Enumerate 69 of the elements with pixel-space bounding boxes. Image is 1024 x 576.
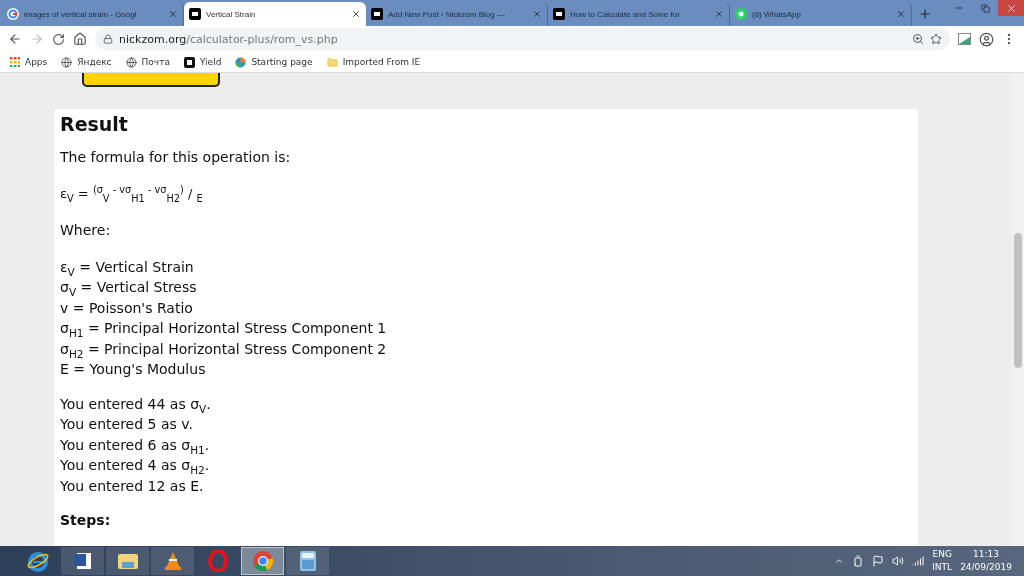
- logo-icon: [371, 8, 383, 20]
- chrome-icon: [251, 550, 274, 572]
- clock-date[interactable]: 24/09/2019: [960, 561, 1012, 574]
- calculate-button[interactable]: [82, 73, 220, 87]
- definition-line: ε$_{V}$ = Vertical Strain: [60, 257, 195, 277]
- flag-icon[interactable]: [872, 555, 885, 567]
- chat-icon: [735, 8, 747, 20]
- speaker-icon[interactable]: [892, 555, 905, 567]
- steps-heading: Steps:: [60, 511, 112, 530]
- document-icon: [72, 551, 93, 571]
- close-icon: [1005, 2, 1017, 14]
- reload-icon[interactable]: [52, 32, 65, 46]
- entry-line: You entered 6 as σ$_{H1}$.: [60, 435, 211, 455]
- taskbar-app[interactable]: [61, 547, 104, 575]
- close-icon[interactable]: [168, 9, 178, 19]
- apps-icon: [10, 57, 20, 67]
- taskbar-app[interactable]: [106, 547, 149, 575]
- logo-icon: [553, 8, 565, 20]
- clock-time[interactable]: 11:13: [973, 548, 1000, 561]
- extension-icon[interactable]: [958, 33, 971, 45]
- google-icon: [7, 8, 19, 20]
- where-label: Where:: [60, 221, 112, 240]
- entry-line: You entered 4 as σ$_{H2}$.: [60, 456, 211, 476]
- logo-icon: [183, 56, 195, 68]
- profile-icon[interactable]: [979, 31, 994, 47]
- entry-line: You entered 44 as σ$_{V}$.: [60, 394, 212, 414]
- browser-icon: [26, 550, 49, 572]
- restore-icon: [980, 3, 990, 13]
- intro-text: The formula for this operation is:: [60, 148, 292, 167]
- back-icon[interactable]: [8, 32, 22, 46]
- bookmark-link[interactable]: Starting page: [251, 57, 313, 67]
- globe-icon: [61, 56, 73, 68]
- close-icon[interactable]: [896, 9, 906, 19]
- signal-icon[interactable]: [912, 555, 925, 567]
- bookmark-link[interactable]: Yield: [199, 57, 222, 67]
- language-label[interactable]: INTL: [932, 561, 953, 574]
- opera-icon: [207, 550, 228, 572]
- close-icon[interactable]: [351, 9, 361, 19]
- battery-icon[interactable]: [852, 555, 865, 567]
- close-button[interactable]: [998, 0, 1024, 16]
- result-heading: Result: [60, 113, 129, 135]
- browser-tab[interactable]: Vertical Strain: [184, 2, 366, 26]
- address-bar[interactable]: nickzom.org/calculator-plus/rom_vs.php: [95, 28, 950, 50]
- bookmark-link[interactable]: Apps: [25, 57, 48, 67]
- bookmark-link[interactable]: Imported From IE: [342, 57, 421, 67]
- close-icon[interactable]: [714, 9, 724, 19]
- ball-icon: [235, 56, 247, 68]
- folder-icon: [116, 551, 139, 571]
- language-label[interactable]: ENG: [932, 548, 952, 561]
- definition-line: σ$_{H2}$ = Principal Horizontal Stress Component 2: [60, 339, 388, 359]
- scrollbar[interactable]: [1012, 73, 1024, 546]
- bookmark-link[interactable]: Яндекс: [77, 57, 112, 67]
- definition-line: v = Poisson's Ratio: [60, 298, 194, 318]
- definition-line: σ$_{H1}$ = Principal Horizontal Stress Component 1: [60, 319, 388, 339]
- chevron-icon[interactable]: [834, 556, 845, 566]
- cone-icon: [163, 551, 182, 571]
- new-tab-icon[interactable]: [918, 7, 932, 21]
- taskbar-app[interactable]: [286, 547, 329, 575]
- logo-icon: [189, 8, 201, 20]
- definition-line: σ$_{V}$ = Vertical Stress: [60, 278, 198, 298]
- definition-line: E = Young's Modulus: [60, 360, 207, 379]
- folder-icon: [326, 56, 338, 68]
- entry-line: You entered 5 as v.: [60, 415, 194, 434]
- close-icon[interactable]: [532, 9, 542, 19]
- bookmark-link[interactable]: Почта: [141, 57, 170, 67]
- entry-line: You entered 12 as E.: [60, 476, 205, 496]
- home-icon[interactable]: [73, 32, 87, 46]
- globe-icon: [125, 56, 137, 68]
- calculator-icon: [299, 551, 316, 571]
